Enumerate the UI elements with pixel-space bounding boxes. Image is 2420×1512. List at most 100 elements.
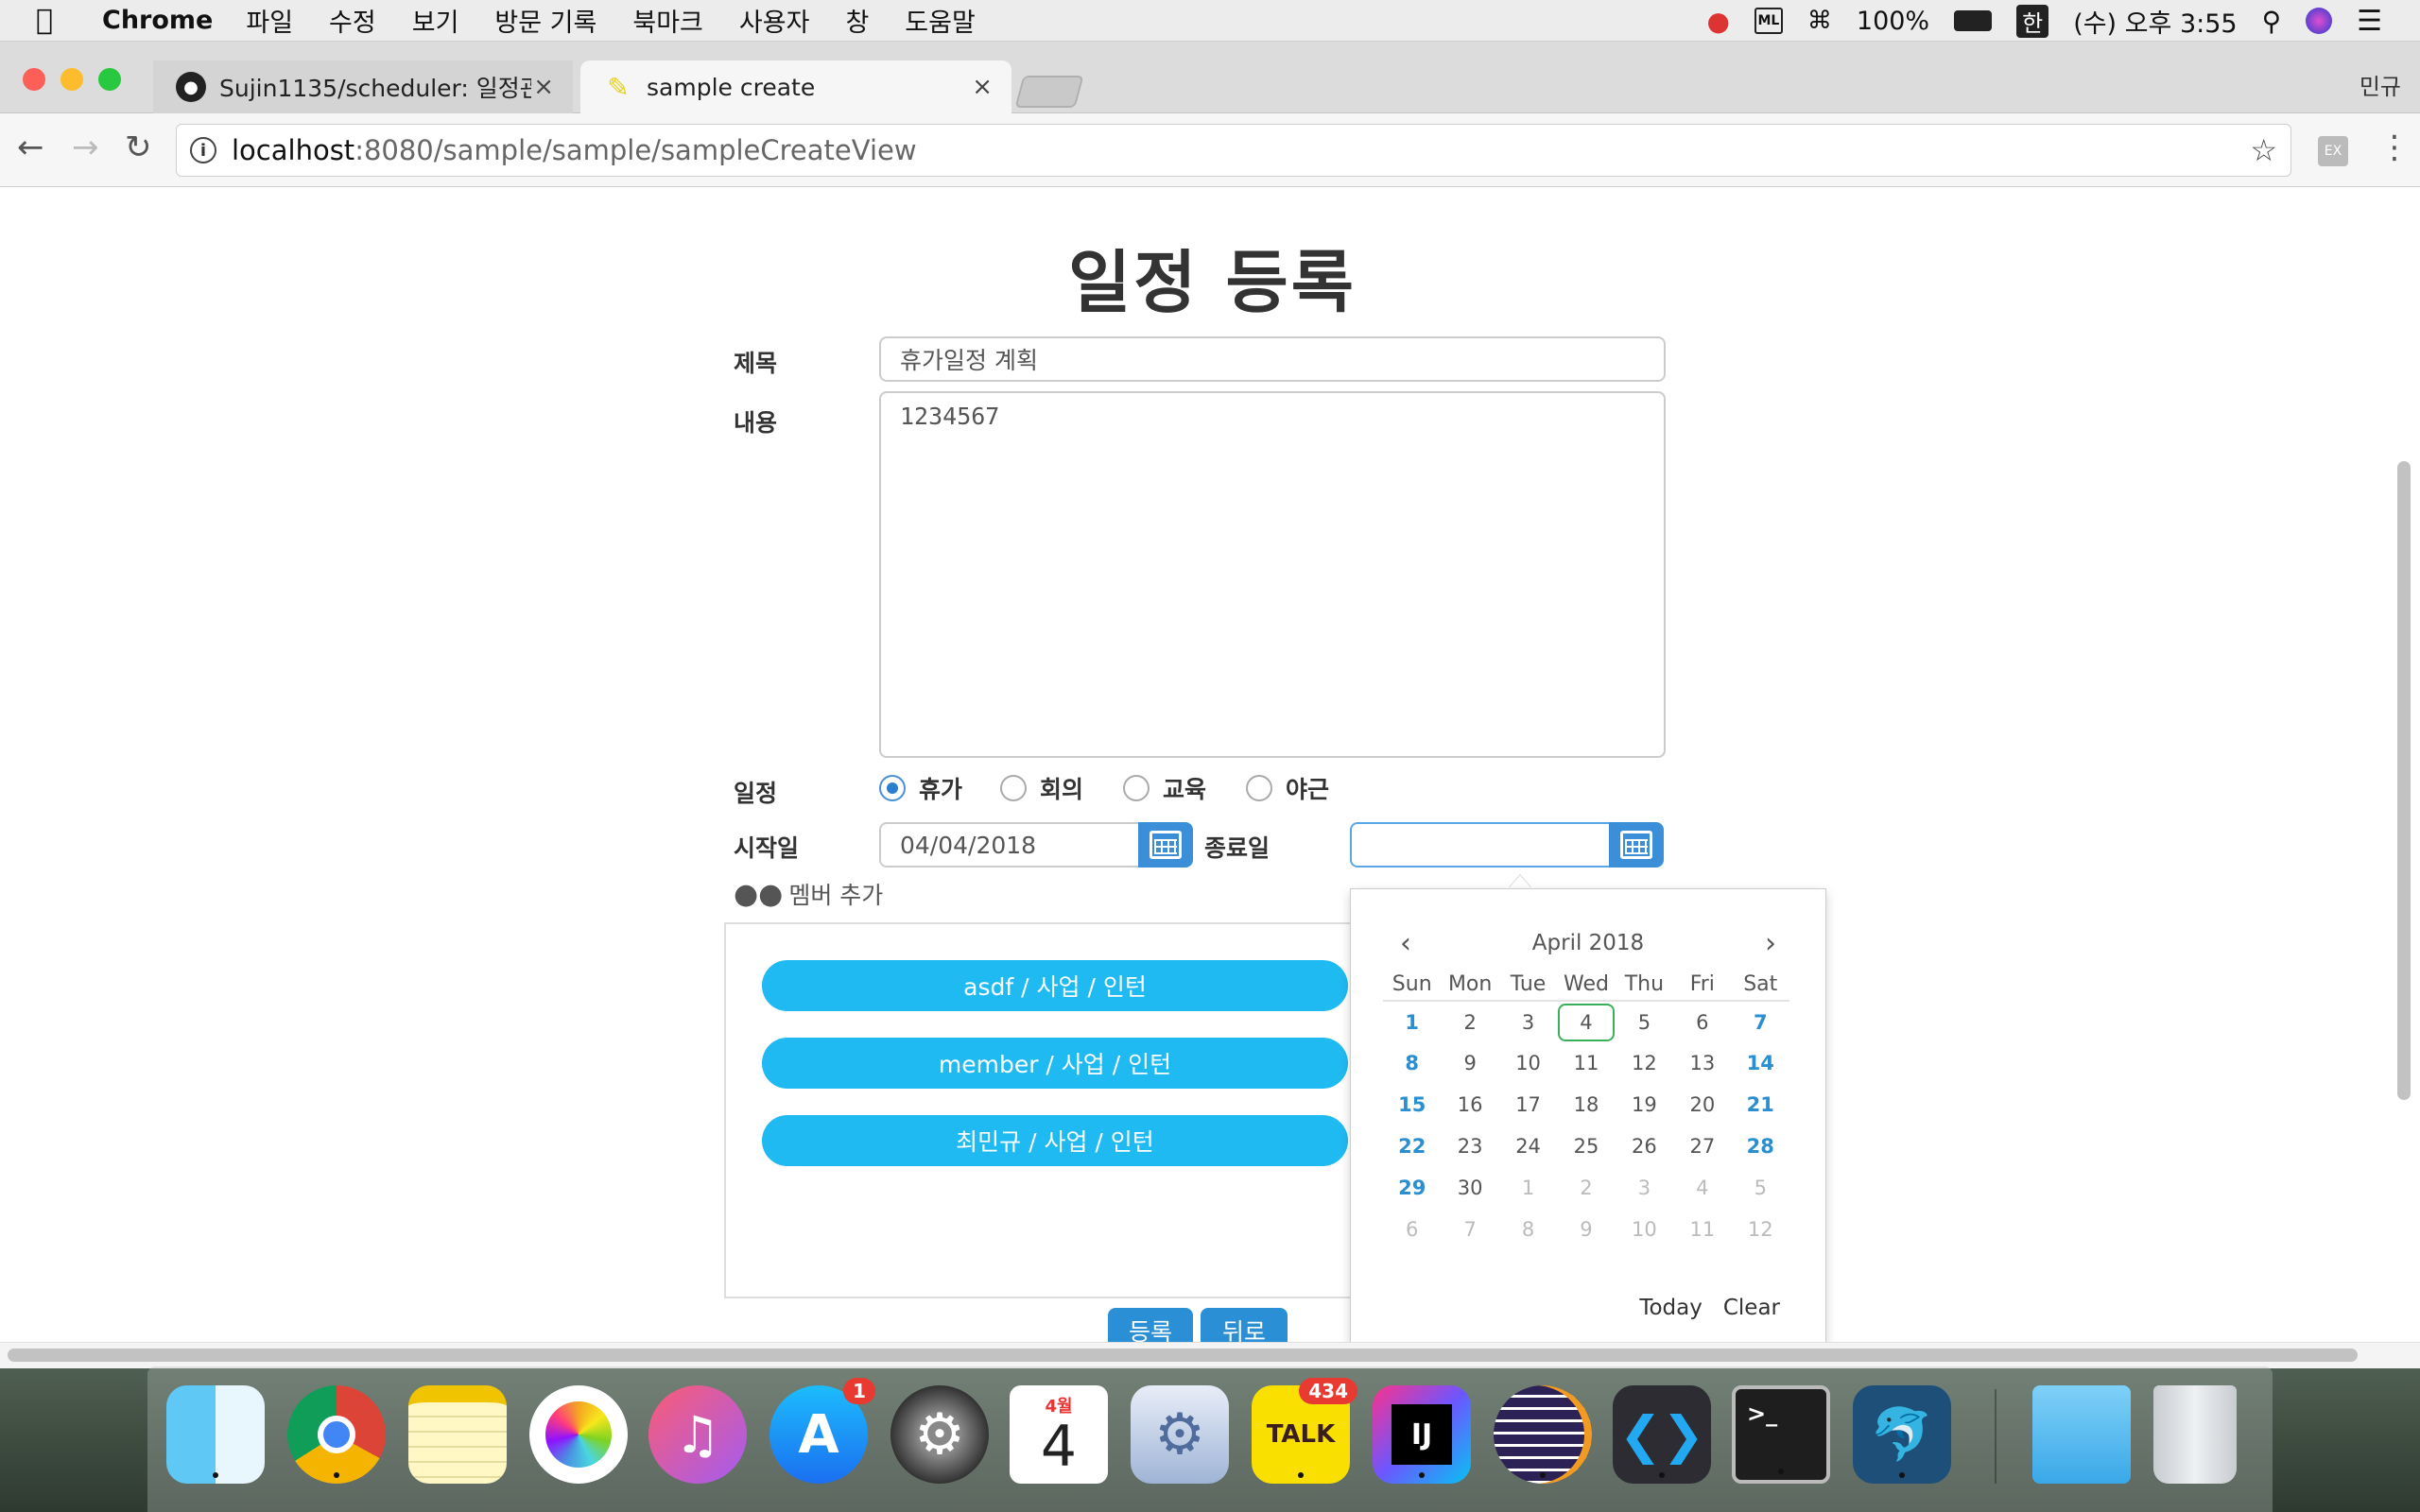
day-cell[interactable]: 28: [1732, 1125, 1789, 1167]
member-add-link[interactable]: ●● 멤버 추가: [734, 877, 883, 911]
member-item[interactable]: 최민규 / 사업 / 인턴: [762, 1115, 1348, 1166]
close-window-button[interactable]: [23, 68, 45, 91]
kakaotalk-icon[interactable]: TALK 434: [1252, 1378, 1357, 1484]
radio-education-button[interactable]: [1123, 775, 1150, 801]
day-cell[interactable]: 17: [1499, 1084, 1557, 1125]
content-textarea[interactable]: 1234567: [879, 391, 1666, 758]
radio-education[interactable]: 교육: [1123, 771, 1206, 805]
ml-icon[interactable]: ML: [1754, 8, 1783, 34]
finder-icon[interactable]: [166, 1385, 265, 1484]
day-cell-next-month[interactable]: 9: [1557, 1209, 1615, 1250]
day-cell-today[interactable]: 4: [1557, 1001, 1615, 1042]
notification-center-icon[interactable]: ☰: [2357, 5, 2382, 38]
address-bar[interactable]: i localhost :8080/sample/sample/sampleCr…: [176, 124, 2291, 177]
app-name[interactable]: Chrome: [102, 6, 213, 35]
day-cell[interactable]: 5: [1616, 1001, 1673, 1042]
bookmark-star-icon[interactable]: ☆: [2250, 132, 2277, 168]
day-cell[interactable]: 16: [1441, 1084, 1498, 1125]
extension-icon[interactable]: EX: [2318, 136, 2348, 166]
menu-file[interactable]: 파일: [246, 2, 293, 39]
tab-sample-create[interactable]: ✎ sample create ×: [580, 60, 1011, 113]
menu-bookmarks[interactable]: 북마크: [632, 2, 703, 39]
day-cell[interactable]: 22: [1383, 1125, 1441, 1167]
minimize-window-button[interactable]: [60, 68, 83, 91]
radio-meeting-button[interactable]: [1000, 775, 1027, 801]
battery-percent[interactable]: 100%: [1857, 7, 1929, 36]
day-cell[interactable]: 1: [1383, 1001, 1441, 1042]
day-cell[interactable]: 15: [1383, 1084, 1441, 1125]
menu-window[interactable]: 창: [845, 2, 869, 39]
datepicker-today-button[interactable]: Today: [1639, 1296, 1703, 1320]
day-cell[interactable]: 27: [1673, 1125, 1731, 1167]
itunes-icon[interactable]: ♫: [648, 1385, 747, 1484]
end-date-input[interactable]: [1350, 822, 1611, 868]
radio-overtime[interactable]: 야근: [1246, 771, 1329, 805]
eclipse-icon[interactable]: [1494, 1385, 1592, 1484]
menu-view[interactable]: 보기: [412, 2, 459, 39]
new-tab-button[interactable]: [1014, 76, 1084, 108]
day-cell-next-month[interactable]: 2: [1557, 1167, 1615, 1209]
day-cell-next-month[interactable]: 1: [1499, 1167, 1557, 1209]
terminal-icon[interactable]: >_: [1732, 1385, 1830, 1484]
notes-icon[interactable]: [408, 1385, 507, 1484]
app-store-icon[interactable]: A 1: [769, 1378, 875, 1484]
vscode-icon[interactable]: ❮❯: [1613, 1385, 1711, 1484]
wifi-icon[interactable]: ⌘: [1807, 7, 1832, 35]
photos-icon[interactable]: [529, 1385, 628, 1484]
maximize-window-button[interactable]: [98, 68, 121, 91]
menu-edit[interactable]: 수정: [329, 2, 376, 39]
day-cell[interactable]: 21: [1732, 1084, 1789, 1125]
mysql-workbench-icon[interactable]: 🐬: [1853, 1385, 1951, 1484]
clock[interactable]: (수) 오후 3:55: [2073, 3, 2237, 40]
trash-icon[interactable]: [2153, 1385, 2237, 1484]
intellij-icon[interactable]: IJ: [1373, 1385, 1471, 1484]
day-cell-next-month[interactable]: 4: [1673, 1167, 1731, 1209]
day-cell-next-month[interactable]: 12: [1732, 1209, 1789, 1250]
profile-button[interactable]: 민규: [2360, 68, 2401, 101]
day-cell[interactable]: 6: [1673, 1001, 1731, 1042]
day-cell-next-month[interactable]: 8: [1499, 1209, 1557, 1250]
radio-meeting[interactable]: 회의: [1000, 771, 1083, 805]
day-cell-next-month[interactable]: 11: [1673, 1209, 1731, 1250]
apple-icon[interactable]: : [36, 4, 68, 37]
reload-icon[interactable]: ↻: [125, 129, 152, 166]
next-month-chevron-icon[interactable]: ›: [1765, 927, 1776, 960]
folder-icon[interactable]: [2032, 1385, 2131, 1484]
day-cell[interactable]: 26: [1616, 1125, 1673, 1167]
member-item[interactable]: member / 사업 / 인턴: [762, 1038, 1348, 1089]
day-cell-next-month[interactable]: 7: [1441, 1209, 1498, 1250]
day-cell[interactable]: 14: [1732, 1042, 1789, 1084]
menu-people[interactable]: 사용자: [739, 2, 810, 39]
member-item[interactable]: asdf / 사업 / 인턴: [762, 960, 1348, 1011]
day-cell[interactable]: 7: [1732, 1001, 1789, 1042]
menu-history[interactable]: 방문 기록: [494, 2, 596, 39]
utility-gear-icon[interactable]: ⚙: [1131, 1385, 1229, 1484]
day-cell[interactable]: 13: [1673, 1042, 1731, 1084]
day-cell[interactable]: 2: [1441, 1001, 1498, 1042]
day-cell-next-month[interactable]: 6: [1383, 1209, 1441, 1250]
calendar-app-icon[interactable]: 4월 4: [1010, 1385, 1108, 1484]
battery-icon[interactable]: [1954, 10, 1993, 31]
day-cell[interactable]: 25: [1557, 1125, 1615, 1167]
day-cell-next-month[interactable]: 5: [1732, 1167, 1789, 1209]
datepicker-month-label[interactable]: April 2018: [1351, 931, 1825, 955]
radio-vacation-button[interactable]: [879, 775, 906, 801]
menu-help[interactable]: 도움말: [905, 2, 976, 39]
day-cell[interactable]: 18: [1557, 1084, 1615, 1125]
radio-overtime-button[interactable]: [1246, 775, 1272, 801]
input-method-indicator[interactable]: 한: [2016, 4, 2049, 38]
day-cell[interactable]: 19: [1616, 1084, 1673, 1125]
tab-github[interactable]: ● Sujin1135/scheduler: 일정관리 스 ×: [153, 60, 573, 113]
day-cell[interactable]: 8: [1383, 1042, 1441, 1084]
day-cell[interactable]: 9: [1441, 1042, 1498, 1084]
day-cell[interactable]: 23: [1441, 1125, 1498, 1167]
close-tab-icon[interactable]: ×: [972, 73, 993, 101]
day-cell-next-month[interactable]: 3: [1616, 1167, 1673, 1209]
horizontal-scrollbar[interactable]: [8, 1349, 2358, 1362]
radio-vacation[interactable]: 휴가: [879, 771, 962, 805]
title-input[interactable]: 휴가일정 계획: [879, 336, 1666, 382]
info-icon[interactable]: i: [190, 137, 216, 163]
back-arrow-icon[interactable]: ←: [17, 129, 44, 166]
day-cell[interactable]: 10: [1499, 1042, 1557, 1084]
vertical-scrollbar[interactable]: [2397, 461, 2411, 1100]
